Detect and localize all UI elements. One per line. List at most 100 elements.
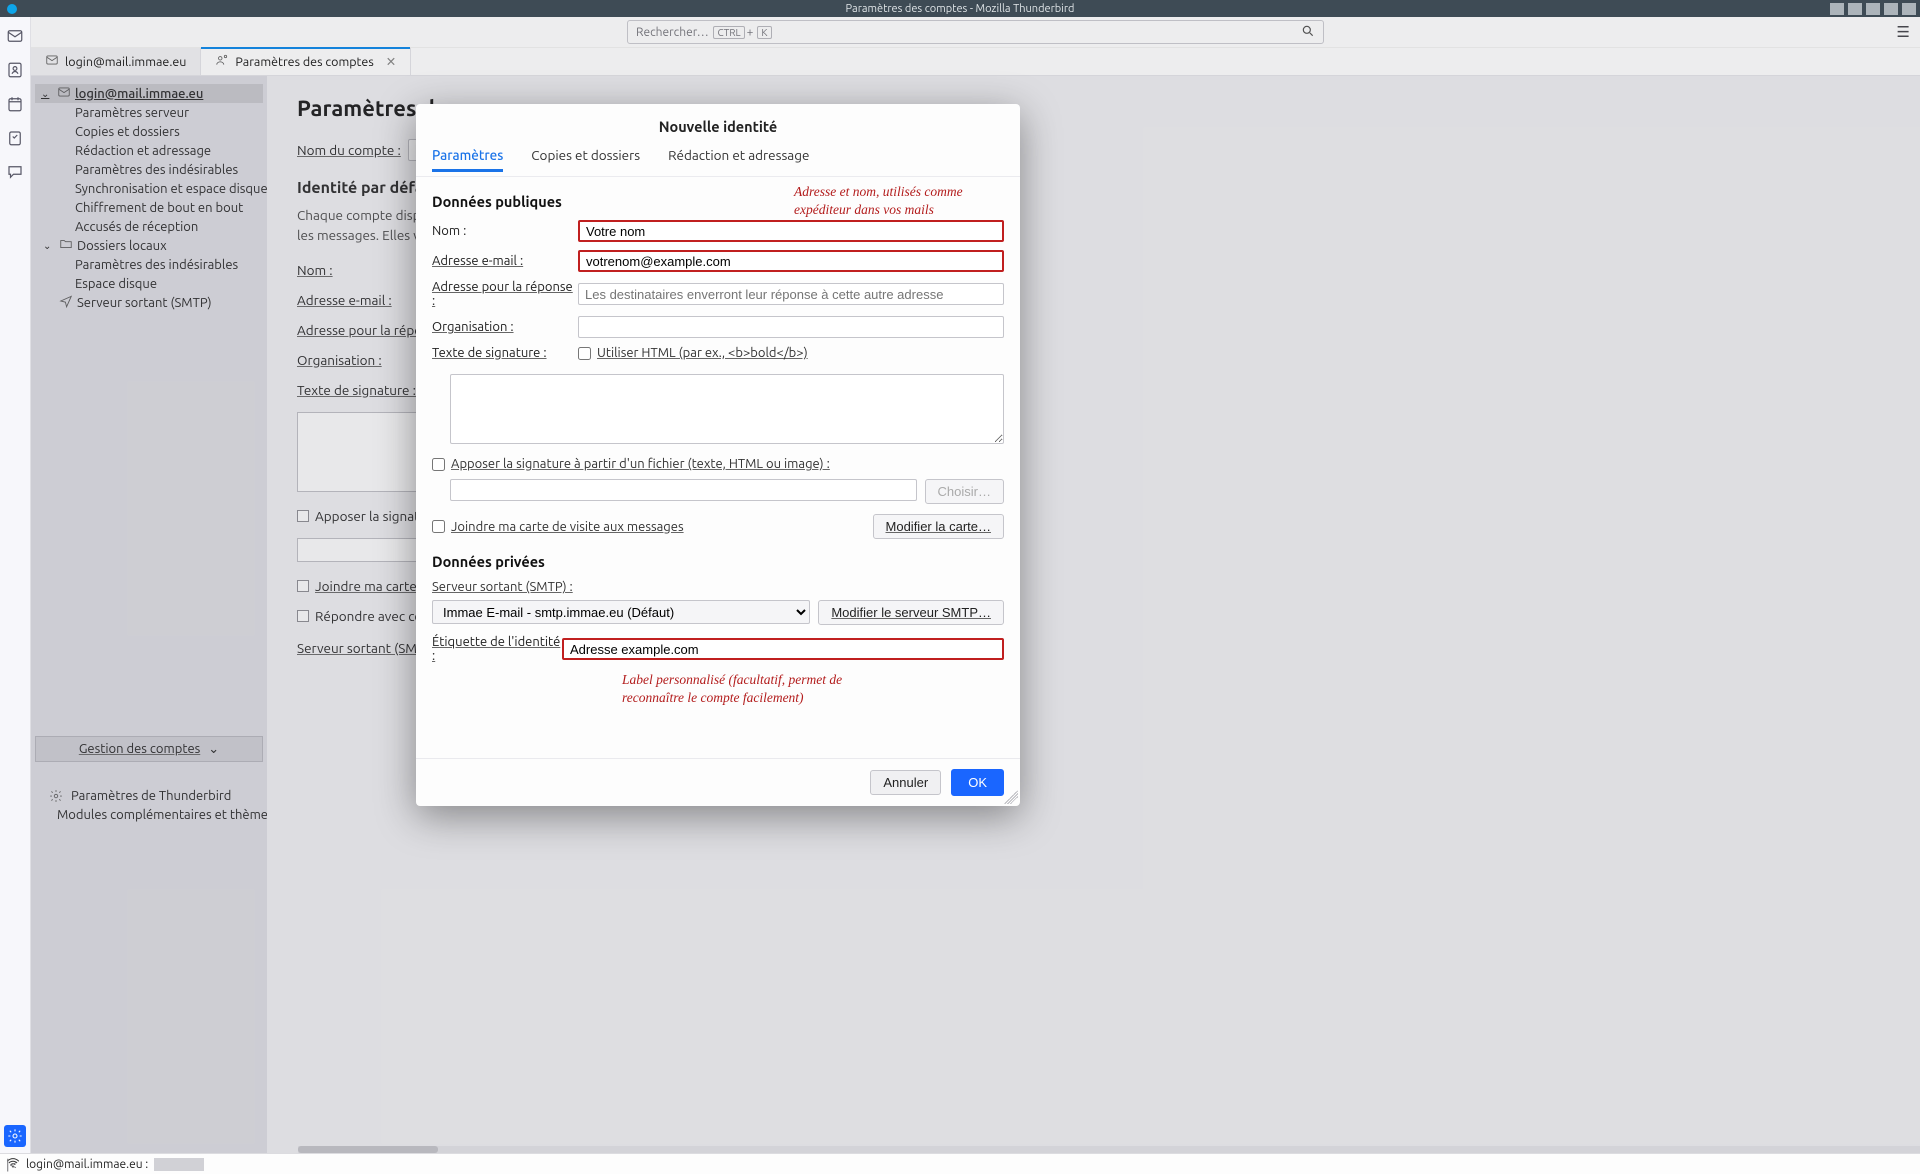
private-data-header: Données privées: [432, 553, 1004, 570]
annotation-1: Adresse et nom, utilisés comme expéditeu…: [794, 183, 1004, 220]
dialog-title: Nouvelle identité: [416, 104, 1020, 147]
sidebar-item-receipts[interactable]: Accusés de réception: [35, 217, 263, 236]
sig-file-checkbox[interactable]: [297, 510, 309, 522]
toolbar: Rechercher… CTRL + K ☰: [31, 17, 1920, 48]
status-bar: login@mail.immae.eu :: [0, 1153, 1920, 1174]
inbox-icon: [57, 85, 71, 102]
tab-account-settings[interactable]: Paramètres des comptes ✕: [201, 48, 411, 75]
titlebar-action-2[interactable]: [1848, 3, 1862, 15]
close-icon[interactable]: ✕: [386, 54, 396, 69]
sidebar-smtp[interactable]: Serveur sortant (SMTP): [35, 293, 263, 312]
tab-label: Paramètres des comptes: [235, 55, 373, 69]
tab-label: login@mail.immae.eu: [65, 55, 186, 69]
window-menu-icon[interactable]: [7, 4, 17, 14]
titlebar-action-4[interactable]: [1884, 3, 1898, 15]
search-icon[interactable]: [1301, 24, 1315, 41]
sidebar-item-server[interactable]: Paramètres serveur: [35, 103, 263, 122]
dialog-tab-composition[interactable]: Rédaction et adressage: [668, 147, 809, 172]
sidebar-item-composition[interactable]: Rédaction et adressage: [35, 141, 263, 160]
name-input[interactable]: [578, 220, 1004, 242]
email-label: Adresse e-mail :: [432, 254, 578, 268]
dialog-tabs: Paramètres Copies et dossiers Rédaction …: [416, 147, 1020, 177]
sidebar-addons[interactable]: Modules complémentaires et thèmes: [35, 805, 263, 824]
vcard-checkbox[interactable]: [297, 580, 309, 592]
search-placeholder: Rechercher…: [636, 26, 709, 39]
settings-icon[interactable]: [4, 1125, 26, 1147]
sidebar-item-sync[interactable]: Synchronisation et espace disque: [35, 179, 263, 198]
titlebar-action-1[interactable]: [1830, 3, 1844, 15]
mail-icon: [45, 53, 59, 70]
org-input[interactable]: [578, 316, 1004, 338]
account-management-dropdown[interactable]: Gestion des comptes ⌄: [35, 736, 263, 762]
gear-person-icon: [215, 53, 229, 70]
app-menu-icon[interactable]: ☰: [1897, 23, 1910, 41]
choose-file-button[interactable]: Choisir…: [925, 479, 1004, 504]
calendar-icon[interactable]: [4, 93, 26, 115]
titlebar-action-5[interactable]: [1902, 3, 1916, 15]
html-checkbox-label: Utiliser HTML (par ex., <b>bold</b>): [597, 346, 808, 360]
chat-icon[interactable]: [4, 161, 26, 183]
h-scroll-thumb[interactable]: [298, 1146, 438, 1153]
modify-smtp-button[interactable]: Modifier le serveur SMTP…: [818, 600, 1004, 625]
sidebar-tb-settings[interactable]: Paramètres de Thunderbird: [35, 786, 263, 805]
public-data-header: Données publiques: [432, 193, 562, 210]
sidebar-account-root[interactable]: ⌄ login@mail.immae.eu: [35, 84, 263, 103]
modify-card-button[interactable]: Modifier la carte…: [873, 514, 1004, 539]
address-book-icon[interactable]: [4, 59, 26, 81]
replyto-input[interactable]: [578, 283, 1004, 305]
kbd-k: K: [757, 26, 771, 39]
resize-grip[interactable]: [1004, 790, 1018, 804]
new-identity-dialog: Nouvelle identité Paramètres Copies et d…: [416, 104, 1020, 806]
sidebar-account-label: login@mail.immae.eu: [75, 87, 203, 101]
email-input[interactable]: [578, 250, 1004, 272]
tasks-icon[interactable]: [4, 127, 26, 149]
org-label: Organisation :: [297, 352, 382, 368]
h-scroll-track[interactable]: [298, 1146, 1920, 1153]
collapse-icon[interactable]: |<: [6, 1158, 17, 1172]
org-label: Organisation :: [432, 320, 578, 334]
dialog-tab-copies[interactable]: Copies et dossiers: [531, 147, 640, 172]
cancel-button[interactable]: Annuler: [870, 770, 941, 795]
activity-bar: |<: [0, 17, 31, 1153]
sidebar-item-copies[interactable]: Copies et dossiers: [35, 122, 263, 141]
window-titlebar: Paramètres des comptes - Mozilla Thunder…: [0, 0, 1920, 17]
smtp-select[interactable]: Immae E-mail - smtp.immae.eu (Défaut): [432, 600, 810, 624]
smtp-label: Serveur sortant (SMTP) :: [432, 580, 1004, 594]
sig-file-label: Apposer la signature à partir d'un fichi…: [451, 457, 830, 471]
progress-bar: [154, 1158, 204, 1171]
chevron-down-icon: ⌄: [208, 742, 219, 757]
sidebar-local-disk[interactable]: Espace disque: [35, 274, 263, 293]
mail-icon[interactable]: [4, 25, 26, 47]
identity-label-input[interactable]: [562, 638, 1004, 660]
annotation-2: Label personnalisé (facultatif, permet d…: [622, 671, 882, 706]
titlebar-action-3[interactable]: [1866, 3, 1880, 15]
sig-file-path-input[interactable]: [450, 479, 917, 501]
account-tree-sidebar: ⌄ login@mail.immae.eu Paramètres serveur…: [31, 76, 267, 1153]
signature-textarea[interactable]: [450, 374, 1004, 444]
outgoing-icon: [59, 294, 73, 311]
sidebar-item-e2e[interactable]: Chiffrement de bout en bout: [35, 198, 263, 217]
name-label: Nom :: [432, 224, 578, 238]
sig-label: Texte de signature :: [432, 346, 578, 360]
ok-button[interactable]: OK: [951, 769, 1004, 796]
tab-bar: login@mail.immae.eu Paramètres des compt…: [31, 48, 1920, 76]
tab-inbox[interactable]: login@mail.immae.eu: [31, 48, 201, 75]
reply-identity-checkbox[interactable]: [297, 610, 309, 622]
titlebar-actions: [1830, 3, 1916, 15]
folder-icon: [59, 237, 73, 254]
vcard-checkbox[interactable]: [432, 520, 445, 533]
dialog-footer: Annuler OK: [416, 758, 1020, 806]
sidebar-local-folders[interactable]: ⌄ Dossiers locaux: [35, 236, 263, 255]
sidebar-local-junk[interactable]: Paramètres des indésirables: [35, 255, 263, 274]
window-title: Paramètres des comptes - Mozilla Thunder…: [846, 3, 1075, 15]
status-text: login@mail.immae.eu :: [26, 1158, 148, 1171]
account-name-label: Nom du compte :: [297, 142, 401, 158]
dialog-tab-settings[interactable]: Paramètres: [432, 147, 503, 172]
gear-icon: [49, 789, 63, 803]
html-checkbox[interactable]: [578, 347, 591, 360]
sidebar-item-junk[interactable]: Paramètres des indésirables: [35, 160, 263, 179]
sig-file-checkbox[interactable]: [432, 458, 445, 471]
email-label: Adresse e-mail :: [297, 292, 392, 308]
search-input[interactable]: Rechercher… CTRL + K: [627, 20, 1324, 44]
kbd-ctrl: CTRL: [713, 26, 744, 39]
